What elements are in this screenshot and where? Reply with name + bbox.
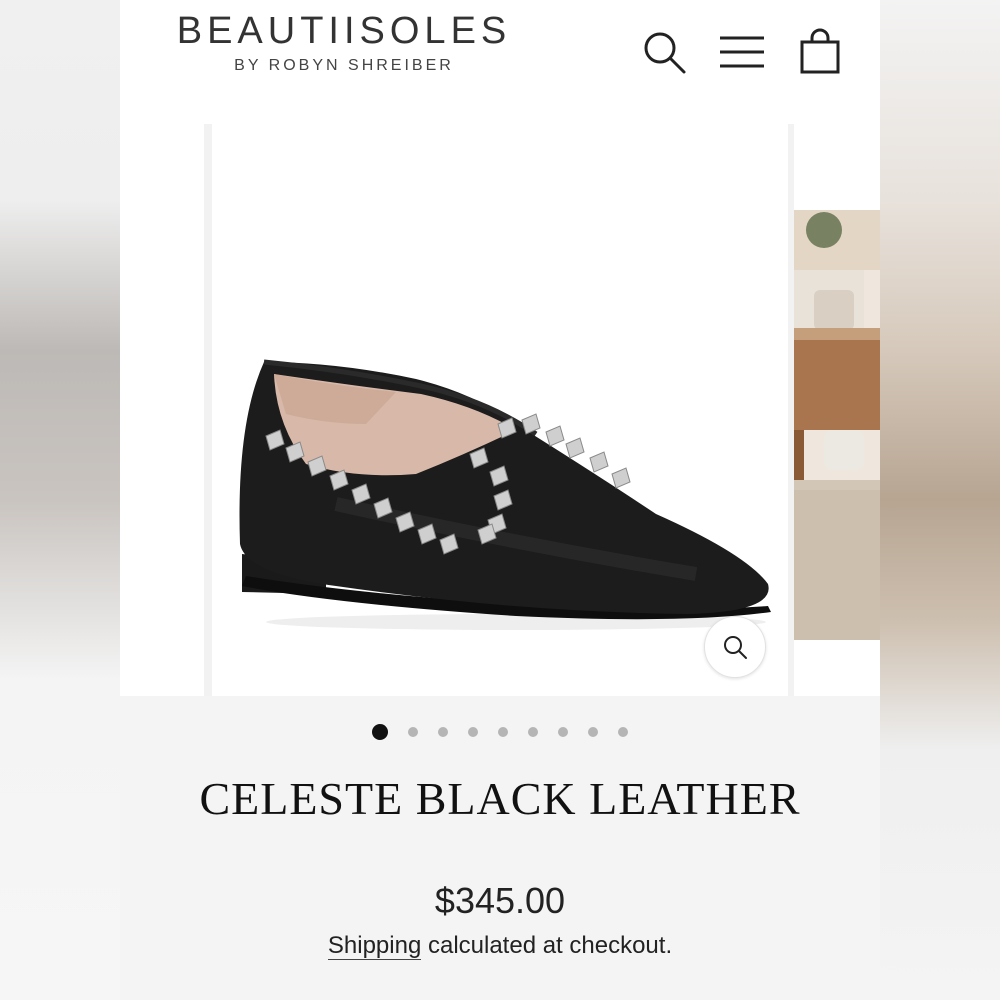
brand-byline: BY ROBYN SHREIBER [234,57,454,74]
background-blur-right [880,0,1000,1000]
gallery-pagination [120,720,880,744]
pagination-dot[interactable] [468,727,478,737]
pagination-dot[interactable] [438,727,448,737]
product-title: CELESTE BLACK LEATHER [199,773,801,824]
product-image[interactable] [216,124,786,696]
zoom-button[interactable] [704,616,766,678]
product-gallery[interactable] [120,110,880,696]
cart-icon[interactable] [798,28,846,76]
product-price: $345.00 [434,880,566,921]
pagination-dot[interactable] [588,727,598,737]
pagination-dot[interactable] [528,727,538,737]
pagination-dot-active[interactable] [372,724,388,740]
product-page: BEAUTIISOLES BY ROBYN SHREIBER CELESTE B… [120,0,880,1000]
site-header: BEAUTIISOLES BY ROBYN SHREIBER [120,0,880,110]
brand-logo[interactable]: BEAUTIISOLES BY ROBYN SHREIBER [154,10,534,75]
shipping-note: Shipping calculated at checkout. [120,932,880,960]
pagination-dot[interactable] [618,727,628,737]
shipping-note-text: calculated at checkout. [421,932,673,959]
shipping-link[interactable]: Shipping [327,932,422,960]
pagination-dot[interactable] [558,727,568,737]
menu-icon[interactable] [718,28,766,76]
next-product-image[interactable] [794,210,880,640]
brand-name: BEAUTIISOLES [176,10,512,52]
previous-slide-edge [204,124,212,696]
search-icon[interactable] [640,28,688,76]
pagination-dot[interactable] [498,727,508,737]
zoom-icon [724,636,747,659]
pagination-dot[interactable] [408,727,418,737]
background-blur-left [0,0,120,1000]
